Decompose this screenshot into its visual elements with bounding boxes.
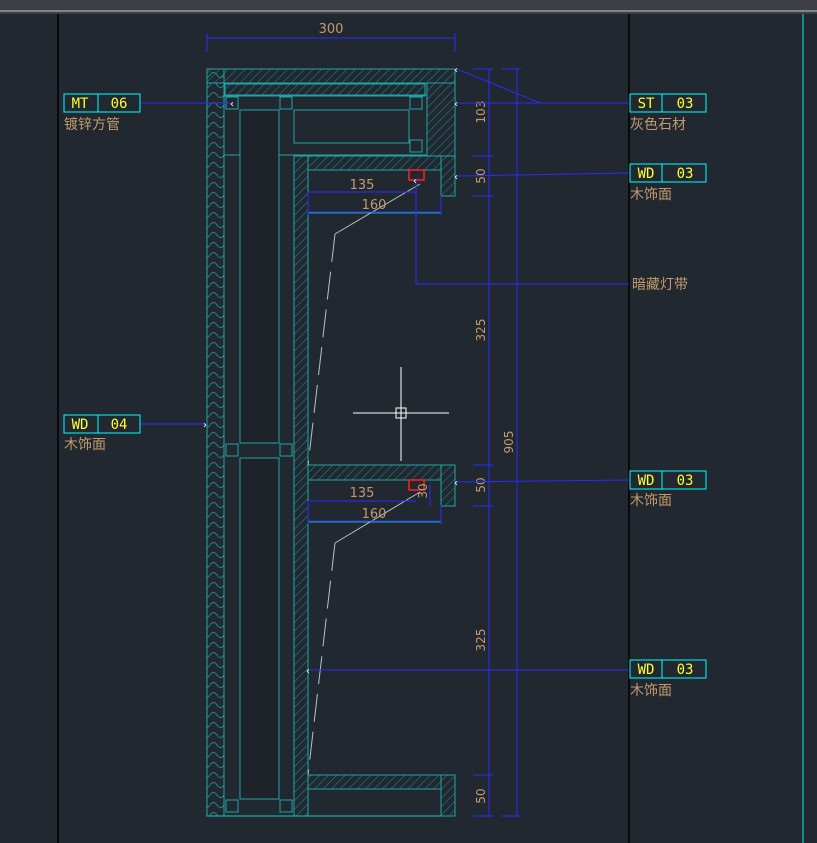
svg-text:03: 03	[677, 96, 694, 112]
svg-text:04: 04	[111, 417, 128, 433]
dim-shelf2-inner: 135	[350, 486, 375, 501]
svg-text:‹: ‹	[454, 99, 458, 110]
svg-text:WD: WD	[638, 662, 655, 678]
glass-top-lines	[334, 183, 421, 544]
dim-shelf1-inner: 135	[350, 178, 375, 193]
svg-text:‹: ‹	[454, 65, 458, 76]
svg-text:‹: ‹	[454, 172, 458, 183]
svg-text:镀锌方管: 镀锌方管	[64, 116, 120, 133]
svg-text:木饰面: 木饰面	[630, 683, 672, 699]
svg-text:‹: ‹	[413, 176, 417, 187]
svg-text:›: ›	[203, 420, 207, 431]
dim-shelf2-small: 30	[416, 483, 430, 498]
svg-text:木饰面: 木饰面	[630, 493, 672, 509]
svg-text:WD: WD	[638, 473, 655, 489]
svg-text:06: 06	[111, 96, 128, 112]
dim-shelf2-outer: 160	[362, 507, 387, 522]
svg-text:WD: WD	[72, 417, 89, 433]
svg-text:03: 03	[677, 662, 694, 678]
dim-325-b: 325	[474, 629, 488, 652]
dim-50-b: 50	[474, 477, 488, 492]
dim-shelf1-outer: 160	[362, 198, 387, 213]
tag-wd-04: WD 04 木饰面	[63, 414, 141, 453]
svg-text:‹: ‹	[306, 666, 310, 677]
dim-overall: 905	[502, 431, 516, 454]
svg-text:‹: ‹	[454, 478, 458, 489]
svg-text:ST: ST	[638, 96, 655, 112]
crosshair-cursor-icon[interactable]	[353, 367, 449, 461]
svg-text:03: 03	[677, 166, 694, 182]
svg-text:‹: ‹	[230, 99, 234, 110]
dim-103: 103	[474, 101, 488, 124]
glass-lines	[307, 233, 336, 776]
dim-50-c: 50	[474, 788, 488, 803]
cabinet-section	[206, 68, 456, 817]
svg-text:MT: MT	[72, 96, 89, 112]
note-hidden-light: 暗藏灯带	[632, 277, 688, 293]
cad-drawing-canvas: 300 103 50 325 50 325 50 905 135 160 135…	[0, 0, 817, 843]
svg-text:03: 03	[677, 473, 694, 489]
dim-325-a: 325	[474, 319, 488, 342]
svg-text:灰色石材: 灰色石材	[630, 116, 686, 133]
tag-wd-03-bottom: WD 03 木饰面	[629, 659, 707, 699]
dim-top-width: 300	[319, 22, 344, 37]
svg-text:WD: WD	[638, 166, 655, 182]
svg-text:木饰面: 木饰面	[630, 187, 672, 203]
top-toolbar-strip	[0, 0, 817, 14]
tag-st-03: ST 03 灰色石材	[629, 93, 707, 133]
tag-wd-03-top: WD 03 木饰面	[629, 163, 707, 203]
svg-text:木饰面: 木饰面	[64, 437, 106, 453]
tag-wd-03-middle: WD 03 木饰面	[629, 470, 707, 509]
tag-mt-06: MT 06 镀锌方管	[63, 93, 141, 133]
